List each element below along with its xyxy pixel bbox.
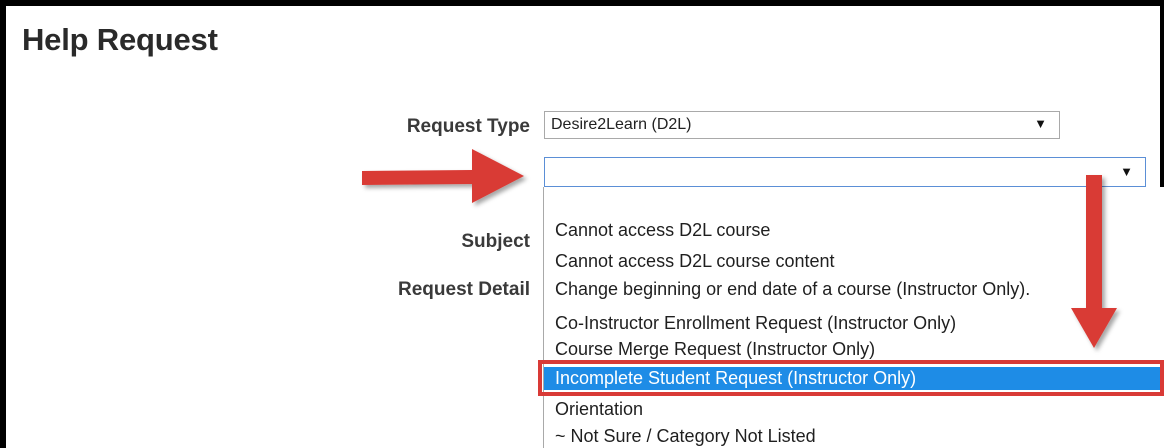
dropdown-option[interactable]: Co-Instructor Enrollment Request (Instru…: [544, 312, 1164, 335]
request-type-label: Request Type: [406, 116, 530, 137]
dropdown-option[interactable]: Change beginning or end date of a course…: [544, 278, 1164, 301]
triangle-down-icon: ▼: [1034, 116, 1047, 131]
request-type-value: Desire2Learn (D2L): [551, 116, 692, 133]
subject-label: Subject: [461, 231, 530, 252]
triangle-down-icon: ▼: [1120, 164, 1133, 179]
page-title: Help Request: [22, 22, 218, 57]
dropdown-option[interactable]: Orientation: [544, 398, 1164, 421]
request-type-select[interactable]: Desire2Learn (D2L) ▼: [544, 111, 1060, 139]
request-detail-label: Request Detail: [398, 279, 530, 300]
dropdown-option[interactable]: Cannot access D2L course content: [544, 250, 1164, 273]
category-dropdown-list[interactable]: Cannot access D2L course Cannot access D…: [543, 187, 1164, 448]
dropdown-option[interactable]: Course Merge Request (Instructor Only): [544, 338, 1164, 361]
dropdown-option[interactable]: ~ Not Sure / Category Not Listed: [544, 425, 1164, 448]
dropdown-option[interactable]: Cannot access D2L course: [544, 219, 1164, 242]
dropdown-option-selected[interactable]: Incomplete Student Request (Instructor O…: [544, 367, 1164, 390]
category-select[interactable]: ▼: [544, 157, 1146, 187]
dropdown-option-blank[interactable]: [544, 196, 1164, 219]
